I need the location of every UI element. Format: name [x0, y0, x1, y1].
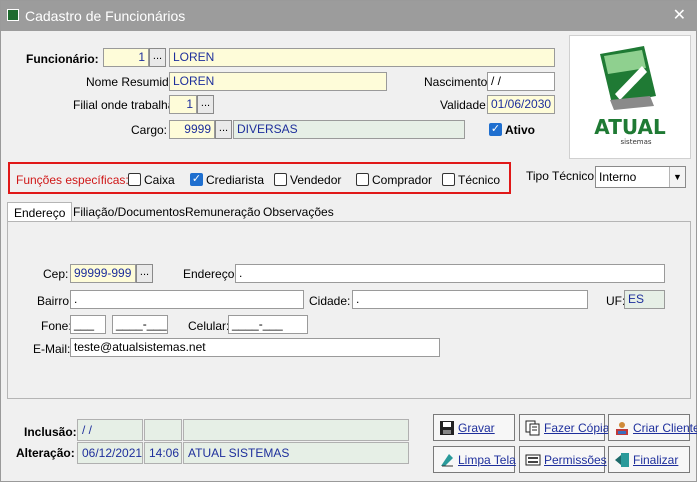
cargo-label: Cargo:: [131, 123, 168, 137]
filial-label: Filial onde trabalha:: [73, 98, 178, 112]
inclusao-label: Inclusão:: [24, 425, 77, 439]
cidade-field[interactable]: .: [352, 290, 588, 309]
email-label: E-Mail:: [33, 342, 71, 356]
alteracao-time: 14:06: [144, 442, 182, 464]
nascimento-label: Nascimento:: [424, 75, 491, 89]
atual-logo-icon: ATUAL sistemas: [594, 46, 666, 146]
gravar-label: Gravar: [458, 421, 495, 435]
ativo-label: Ativo: [505, 123, 535, 137]
vendedor-label: Vendedor: [290, 173, 342, 187]
fone-label: Fone:: [41, 319, 72, 333]
nome-resumido-label: Nome Resumido:: [86, 75, 179, 89]
logo-text: ATUAL: [594, 115, 666, 139]
criar-cliente-button[interactable]: Criar Cliente: [608, 414, 697, 441]
funcionario-id-field[interactable]: 1: [103, 48, 149, 67]
cep-search-button[interactable]: ...: [136, 264, 153, 283]
tipo-tecnico-select[interactable]: Interno ▼: [595, 166, 686, 188]
fone-ddd-field[interactable]: ___: [70, 315, 106, 334]
uf-label: UF:: [606, 294, 626, 308]
alteracao-user: ATUAL SISTEMAS: [183, 442, 409, 464]
tabs-container: Endereço Filiação/Documentos Remuneração…: [7, 201, 693, 401]
user-add-icon: [616, 422, 628, 435]
save-icon: [440, 421, 454, 435]
cep-field[interactable]: 99999-999: [70, 264, 136, 283]
clear-icon: [441, 454, 453, 467]
tipo-tecnico-label: Tipo Técnico:: [526, 169, 598, 183]
crediarista-label: Crediarista: [206, 173, 265, 187]
fone-number-field[interactable]: ____-___: [112, 315, 168, 334]
permissions-icon: [525, 454, 541, 466]
gravar-button[interactable]: Gravar: [433, 414, 515, 441]
close-icon[interactable]: ✕: [673, 5, 686, 25]
celular-label: Celular:: [188, 319, 230, 333]
fazer-copia-label: Fazer Cópia: [544, 421, 610, 435]
caixa-checkbox[interactable]: [128, 173, 141, 186]
nascimento-field[interactable]: / /: [487, 72, 555, 91]
permissoes-label: Permissões: [544, 453, 607, 467]
bairro-field[interactable]: .: [70, 290, 304, 309]
endereco-panel: Cep: 99999-999 ... Endereço: . Bairro: .…: [7, 221, 691, 399]
tecnico-label: Técnico: [458, 173, 501, 187]
tecnico-checkbox[interactable]: [442, 173, 455, 186]
window: Cadastro de Funcionários ✕ Funcionário: …: [0, 0, 697, 482]
tab-filiacao-documentos[interactable]: Filiação/Documentos: [67, 202, 191, 222]
funcionario-label: Funcionário:: [26, 52, 99, 66]
criar-cliente-label: Criar Cliente: [633, 421, 697, 435]
alteracao-date: 06/12/2021: [77, 442, 143, 464]
email-field[interactable]: teste@atualsistemas.net: [70, 338, 440, 357]
comprador-label: Comprador: [372, 173, 433, 187]
tab-endereco[interactable]: Endereço: [7, 202, 73, 222]
tipo-tecnico-value: Interno: [599, 170, 637, 184]
caixa-label: Caixa: [144, 173, 175, 187]
inclusao-user: [183, 419, 409, 441]
cidade-label: Cidade:: [309, 294, 351, 308]
tab-remuneracao[interactable]: Remuneração: [179, 202, 266, 222]
form-frame: Funcionário: 1 ... LOREN Nome Resumido: …: [7, 32, 697, 480]
limpa-tela-button[interactable]: Limpa Tela: [433, 446, 516, 473]
copy-icon: [525, 420, 540, 436]
inclusao-date: / /: [77, 419, 143, 441]
app-icon: [7, 9, 19, 21]
finalizar-button[interactable]: Finalizar: [608, 446, 690, 473]
fazer-copia-button[interactable]: Fazer Cópia: [519, 414, 609, 441]
cep-label: Cep:: [43, 267, 69, 281]
nome-resumido-field[interactable]: LOREN: [169, 72, 387, 91]
filial-search-button[interactable]: ...: [197, 95, 214, 114]
cargo-id-field[interactable]: 9999: [169, 120, 215, 139]
funcoes-especificas-group: Funções específicas: Caixa ✓ Crediarista…: [8, 162, 511, 194]
validade-label: Validade:: [440, 98, 490, 112]
ativo-checkbox[interactable]: ✓: [489, 123, 502, 136]
vendedor-checkbox[interactable]: [274, 173, 287, 186]
funcionario-search-button[interactable]: ...: [149, 48, 166, 67]
validade-field[interactable]: 01/06/2030: [487, 95, 555, 114]
bairro-label: Bairro:: [37, 294, 73, 308]
titlebar: Cadastro de Funcionários ✕: [1, 1, 697, 31]
logo-subtext: sistemas: [620, 138, 651, 146]
celular-field[interactable]: ____-___: [228, 315, 308, 334]
crediarista-checkbox[interactable]: ✓: [190, 173, 203, 186]
company-logo: ATUAL sistemas: [569, 35, 691, 159]
comprador-checkbox[interactable]: [356, 173, 369, 186]
finalizar-label: Finalizar: [633, 453, 679, 467]
filial-field[interactable]: 1: [169, 95, 197, 114]
funcoes-label: Funções específicas:: [16, 173, 129, 187]
permissoes-button[interactable]: Permissões: [519, 446, 607, 473]
uf-field: ES: [624, 290, 665, 309]
cargo-search-button[interactable]: ...: [215, 120, 232, 139]
window-title: Cadastro de Funcionários: [25, 8, 186, 24]
funcionario-name-field[interactable]: LOREN: [169, 48, 555, 67]
exit-icon: [615, 453, 629, 467]
chevron-down-icon[interactable]: ▼: [669, 167, 685, 187]
alteracao-label: Alteração:: [16, 446, 75, 460]
limpa-tela-label: Limpa Tela: [458, 453, 516, 467]
endereco-field[interactable]: .: [235, 264, 665, 283]
endereco-label: Endereço:: [183, 267, 238, 281]
tab-observacoes[interactable]: Observações: [257, 202, 340, 222]
inclusao-time: [144, 419, 182, 441]
cargo-name-field: DIVERSAS: [233, 120, 465, 139]
